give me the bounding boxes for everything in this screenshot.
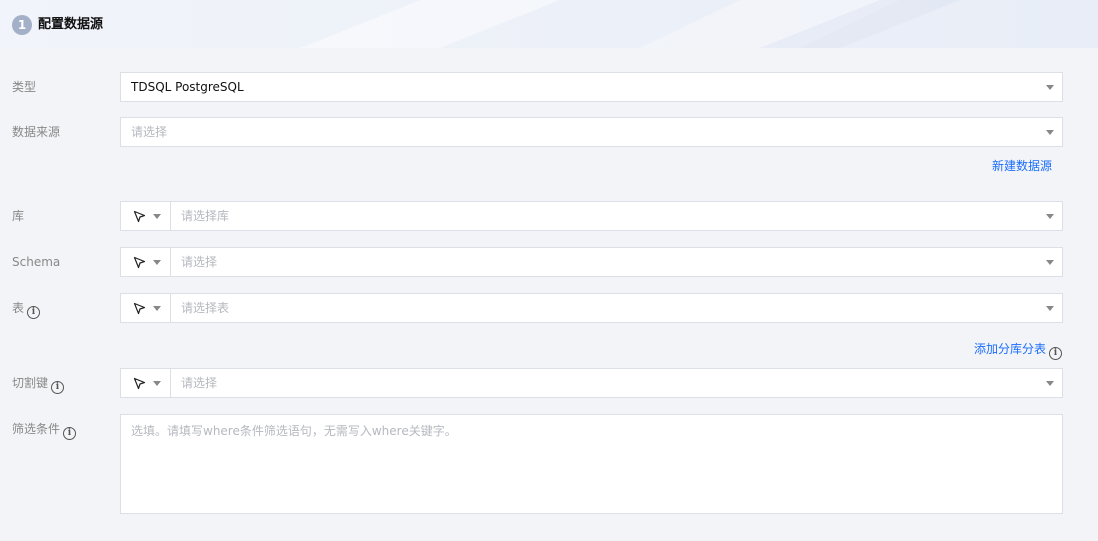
split-key-label-wrap: 切割键 i — [12, 375, 65, 394]
info-circle-icon[interactable]: i — [1049, 347, 1063, 360]
type-select[interactable]: TDSQL PostgreSQL — [120, 72, 1063, 102]
header-decoration — [300, 0, 960, 48]
cursor-pointer-icon — [133, 256, 146, 269]
caret-down-icon — [153, 260, 161, 265]
add-shard-link[interactable]: 添加分库分表 — [974, 342, 1046, 356]
schema-select[interactable]: 请选择 — [120, 247, 1063, 277]
split-key-select[interactable]: 请选择 — [120, 368, 1063, 398]
cursor-pointer-icon — [133, 302, 146, 315]
table-mode-button[interactable] — [121, 294, 171, 322]
database-mode-button[interactable] — [121, 202, 171, 230]
add-shard-link-wrap[interactable]: 添加分库分表 i — [974, 341, 1063, 360]
caret-down-icon — [153, 381, 161, 386]
split-key-mode-button[interactable] — [121, 369, 171, 397]
table-label-wrap: 表i — [12, 300, 41, 319]
section-title: 配置数据源 — [38, 17, 104, 32]
caret-down-icon — [1046, 130, 1054, 135]
table-select[interactable]: 请选择表 — [120, 293, 1063, 323]
type-label: 类型 — [12, 80, 37, 94]
datasource-select[interactable]: 请选择 — [120, 117, 1063, 147]
database-label: 库 — [12, 209, 25, 223]
split-key-label: 切割键 — [12, 376, 49, 390]
info-circle-icon[interactable]: i — [63, 427, 77, 440]
schema-label: Schema — [12, 255, 61, 269]
datasource-placeholder: 请选择 — [131, 125, 168, 139]
caret-down-icon — [1046, 260, 1054, 265]
info-circle-icon[interactable]: i — [51, 381, 65, 394]
caret-down-icon — [1046, 306, 1054, 311]
step-number-badge: 1 — [12, 15, 32, 35]
schema-mode-button[interactable] — [121, 248, 171, 276]
database-select[interactable]: 请选择库 — [120, 201, 1063, 231]
new-datasource-link[interactable]: 新建数据源 — [992, 158, 1052, 174]
caret-down-icon — [1046, 214, 1054, 219]
filter-label: 筛选条件 — [12, 422, 61, 436]
table-placeholder: 请选择表 — [181, 301, 230, 315]
type-select-value: TDSQL PostgreSQL — [131, 80, 244, 94]
caret-down-icon — [153, 214, 161, 219]
filter-placeholder: 选填。请填写where条件筛选语句，无需写入where关键字。 — [131, 424, 457, 438]
filter-textarea[interactable]: 选填。请填写where条件筛选语句，无需写入where关键字。 — [120, 414, 1063, 514]
caret-down-icon — [1046, 85, 1054, 90]
table-label: 表 — [12, 301, 25, 315]
caret-down-icon — [1046, 381, 1054, 386]
cursor-pointer-icon — [133, 210, 146, 223]
caret-down-icon — [153, 306, 161, 311]
section-header: 1 配置数据源 — [0, 0, 1098, 48]
split-key-placeholder: 请选择 — [181, 376, 218, 390]
info-circle-icon[interactable]: i — [27, 306, 41, 319]
datasource-label: 数据来源 — [12, 125, 61, 139]
database-placeholder: 请选择库 — [181, 209, 230, 223]
filter-label-wrap: 筛选条件 i — [12, 421, 77, 440]
cursor-pointer-icon — [133, 377, 146, 390]
schema-placeholder: 请选择 — [181, 255, 218, 269]
